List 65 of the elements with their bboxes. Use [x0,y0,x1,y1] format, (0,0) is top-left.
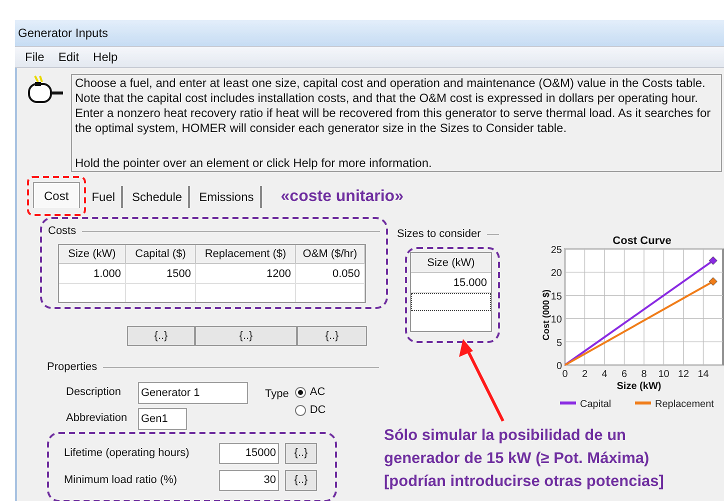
group-label: Costs [48,224,76,239]
radio-option[interactable]: DC [294,402,326,418]
legend-label: Replacement [655,399,714,410]
x-tick-label: 14 [698,369,709,380]
x-tick-label: 4 [602,369,608,380]
y-axis-title: Cost (000 $) [541,289,551,341]
table-cell[interactable]: 1500 [126,264,196,284]
x-tick-label: 12 [678,369,690,380]
menu-item[interactable]: Edit [58,48,80,66]
tab[interactable]: Emissions [193,186,262,208]
options-button[interactable]: {..} [195,326,297,346]
options-button[interactable]: {..} [285,442,317,464]
annotation-text: generador de 15 kW (≥ Pot. Máxima) [384,449,650,469]
tab-annotation: «coste unitario» [280,187,404,207]
menu-item[interactable]: Help [93,48,118,66]
field-label: Minimum load ratio (%) [64,472,178,488]
description-field[interactable]: Generator 1 [138,382,248,404]
tab[interactable]: Fuel [86,186,124,208]
options-button[interactable]: {..} [285,470,317,490]
window-title: Generator Inputs [18,25,108,42]
table-cell[interactable]: 15.000 [411,272,491,292]
group-label: Properties [47,360,98,375]
x-tick-label: 2 [582,369,588,380]
y-tick-label: 15 [550,291,562,302]
value-field[interactable]: 30 [219,470,279,490]
field-label: Abbreviation [66,411,128,426]
table-cell[interactable]: 0.050 [296,264,365,284]
radio-option[interactable]: AC [294,384,326,400]
x-tick-label: 10 [658,369,670,380]
table-cell[interactable]: 1.000 [59,264,126,284]
y-tick-label: 20 [550,268,562,280]
column-header: Replacement ($) [196,244,296,264]
column-header: O&M ($/hr) [296,244,365,264]
group-label: Sizes to consider [397,227,481,242]
focused-empty-cell[interactable] [411,292,491,310]
tab[interactable]: Schedule [126,186,190,208]
y-tick-label: 5 [556,338,562,349]
tab[interactable]: Cost [33,182,80,208]
menu-item[interactable]: File [25,48,44,66]
value-field[interactable]: 15000 [219,442,279,464]
column-header: Size (kW) [59,244,126,264]
field-label: Description [66,385,122,400]
instructions-text: Choose a fuel, and enter at least one size, capital cost and operation and maintenance (O&M) value in the Costs table. Note that the capital cost includes installation costs, and that the O&M cost is expressed in dollars per operating hour. Enter a nonzero heat recovery ratio if heat will be recovered from this generator to serve thermal load. As it searches for the optimal system, HOMER will consider each generator size in the Sizes to Consider table. [75,76,712,136]
options-button[interactable]: {..} [127,326,195,346]
field-label: Type [265,386,289,400]
column-header: Size (kW) [411,252,491,272]
x-tick-label: 0 [562,369,568,380]
y-tick-label: 0 [556,361,562,372]
x-axis-title: Size (kW) [616,381,662,392]
x-tick-label: 6 [621,369,628,380]
abbreviation-field[interactable]: Gen1 [138,408,187,430]
y-tick-label: 25 [550,245,562,256]
annotation-text: Sólo simular la posibilidad de un [384,426,628,446]
annotation-text: [podrían introducirse otras potencias] [384,472,665,492]
field-label: Lifetime (operating hours) [64,446,190,461]
x-tick-label: 8 [641,369,647,380]
table-cell[interactable]: 1200 [196,264,296,284]
y-tick-label: 10 [550,314,562,326]
legend-swatch [635,402,651,404]
column-header: Capital ($) [126,244,196,264]
legend-label: Capital [580,399,612,410]
chart-title: Cost Curve [612,235,672,247]
help-hint: Hold the pointer over an element or click Help for more information. [75,156,433,171]
legend-swatch [560,402,576,404]
options-button[interactable]: {..} [297,326,367,346]
